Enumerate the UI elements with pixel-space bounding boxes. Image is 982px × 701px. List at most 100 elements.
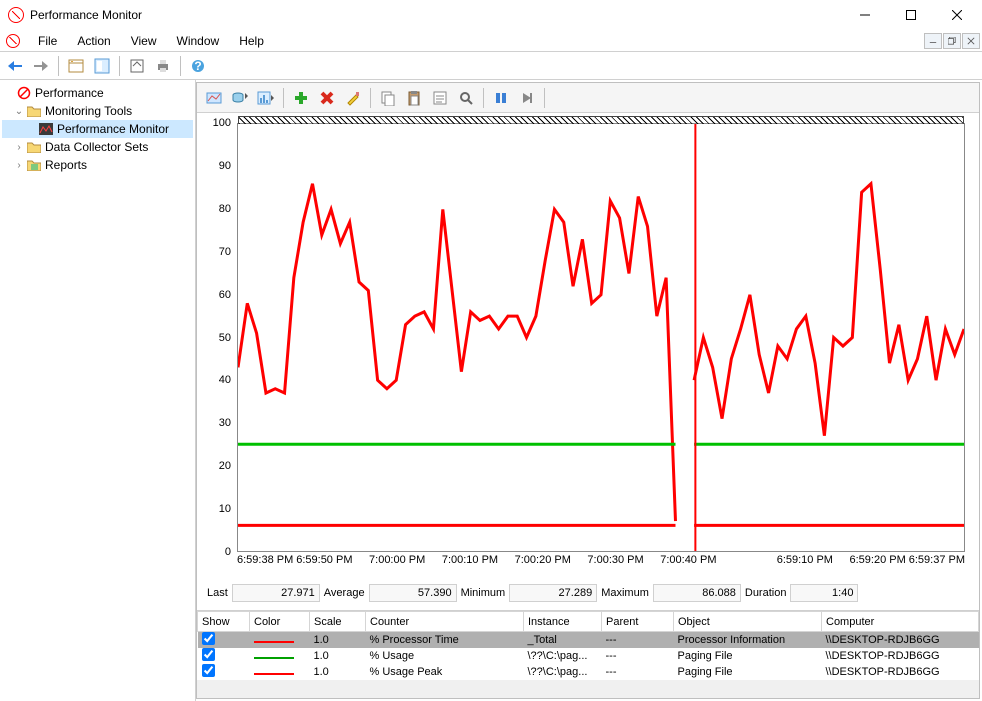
forward-button[interactable] [30,55,52,77]
series-line [238,184,964,521]
x-tick: 7:00:30 PM [587,554,643,566]
table-row[interactable]: 1.0% Usage\??\C:\pag...---Paging File\\D… [198,648,979,664]
x-tick: 7:00:20 PM [515,554,571,566]
th-counter[interactable]: Counter [366,612,524,632]
horizontal-scrollbar[interactable] [197,680,979,698]
cell-computer: \\DESKTOP-RDJB6GG [822,664,979,680]
cell-object: Paging File [674,648,822,664]
zoom-button[interactable] [455,87,477,109]
expander-icon[interactable]: ⌄ [12,106,26,117]
cell-counter: % Processor Time [366,632,524,649]
properties-button[interactable] [91,55,113,77]
th-color[interactable]: Color [250,612,310,632]
mdi-close-button[interactable] [962,33,980,49]
stat-min-value: 27.289 [509,584,597,602]
properties-button-chart[interactable] [429,87,451,109]
freeze-button[interactable] [490,87,512,109]
table-row[interactable]: 1.0% Usage Peak\??\C:\pag...---Paging Fi… [198,664,979,680]
tree-monitoring-tools[interactable]: ⌄ Monitoring Tools [2,102,193,120]
folder-icon [26,103,42,119]
stat-min-label: Minimum [461,587,506,599]
th-object[interactable]: Object [674,612,822,632]
svg-text:?: ? [194,59,201,73]
show-checkbox[interactable] [202,664,215,677]
cell-counter: % Usage Peak [366,664,524,680]
cell-show[interactable] [198,648,250,664]
x-tick: 6:59:20 PM [849,554,905,566]
y-tick: 90 [219,160,231,172]
menu-help[interactable]: Help [229,32,274,50]
highlight-button[interactable] [342,87,364,109]
show-checkbox[interactable] [202,632,215,645]
stat-last-label: Last [207,587,228,599]
cell-show[interactable] [198,664,250,680]
add-counter-button[interactable] [290,87,312,109]
tree-data-collector-sets[interactable]: › Data Collector Sets [2,138,193,156]
paste-button[interactable] [403,87,425,109]
view-log-button[interactable] [229,87,251,109]
table-row[interactable]: 1.0% Processor Time_Total---Processor In… [198,632,979,649]
y-axis: 0102030405060708090100 [203,123,237,552]
tree-label: Performance [35,86,104,100]
x-tick: 7:00:40 PM [660,554,716,566]
update-button[interactable] [516,87,538,109]
stats-bar: Last 27.971 Average 57.390 Minimum 27.28… [197,576,979,610]
chart-hatch-border [238,116,964,124]
th-scale[interactable]: Scale [310,612,366,632]
cell-counter: % Usage [366,648,524,664]
change-graph-type-button[interactable] [255,87,277,109]
chart-area: 0102030405060708090100 6:59:38 PM6:59:50… [197,113,979,576]
th-instance[interactable]: Instance [524,612,602,632]
cell-instance: _Total [524,632,602,649]
mdi-restore-button[interactable] [943,33,961,49]
back-button[interactable] [4,55,26,77]
tree-label: Reports [45,158,87,172]
minimize-button[interactable] [842,0,888,30]
cell-show[interactable] [198,632,250,649]
folder-icon [26,157,42,173]
y-tick: 30 [219,417,231,429]
menu-bar: File Action View Window Help [0,30,982,52]
mdi-minimize-button[interactable] [924,33,942,49]
help-button[interactable]: ? [187,55,209,77]
print-button[interactable] [152,55,174,77]
x-tick: 7:00:00 PM [369,554,425,566]
th-computer[interactable]: Computer [822,612,979,632]
x-tick: 6:59:50 PM [296,554,352,566]
cell-parent: --- [602,648,674,664]
tree-root-performance[interactable]: Performance [2,84,193,102]
delete-counter-button[interactable] [316,87,338,109]
cell-scale: 1.0 [310,632,366,649]
show-checkbox[interactable] [202,648,215,661]
stat-max-label: Maximum [601,587,649,599]
tree-reports[interactable]: › Reports [2,156,193,174]
y-tick: 20 [219,460,231,472]
th-parent[interactable]: Parent [602,612,674,632]
th-show[interactable]: Show [198,612,250,632]
close-button[interactable] [934,0,980,30]
view-current-button[interactable] [203,87,225,109]
tree-performance-monitor[interactable]: Performance Monitor [2,120,193,138]
menu-view[interactable]: View [121,32,167,50]
show-hide-tree-button[interactable] [65,55,87,77]
counter-table-wrap: Show Color Scale Counter Instance Parent… [197,610,979,680]
cell-parent: --- [602,632,674,649]
y-tick: 70 [219,246,231,258]
navigation-tree[interactable]: Performance ⌄ Monitoring Tools Performan… [0,80,196,701]
y-tick: 60 [219,289,231,301]
export-button[interactable] [126,55,148,77]
app-icon [8,7,24,23]
expander-icon[interactable]: › [12,160,26,171]
window-title: Performance Monitor [30,8,142,22]
menu-file[interactable]: File [28,32,67,50]
copy-button[interactable] [377,87,399,109]
maximize-button[interactable] [888,0,934,30]
stat-avg-label: Average [324,587,365,599]
mmc-toolbar: ? [0,52,982,80]
y-tick: 100 [213,117,231,129]
chart-plot[interactable] [237,123,965,552]
menu-action[interactable]: Action [67,32,120,50]
counter-table[interactable]: Show Color Scale Counter Instance Parent… [197,611,979,680]
menu-window[interactable]: Window [167,32,230,50]
expander-icon[interactable]: › [12,142,26,153]
